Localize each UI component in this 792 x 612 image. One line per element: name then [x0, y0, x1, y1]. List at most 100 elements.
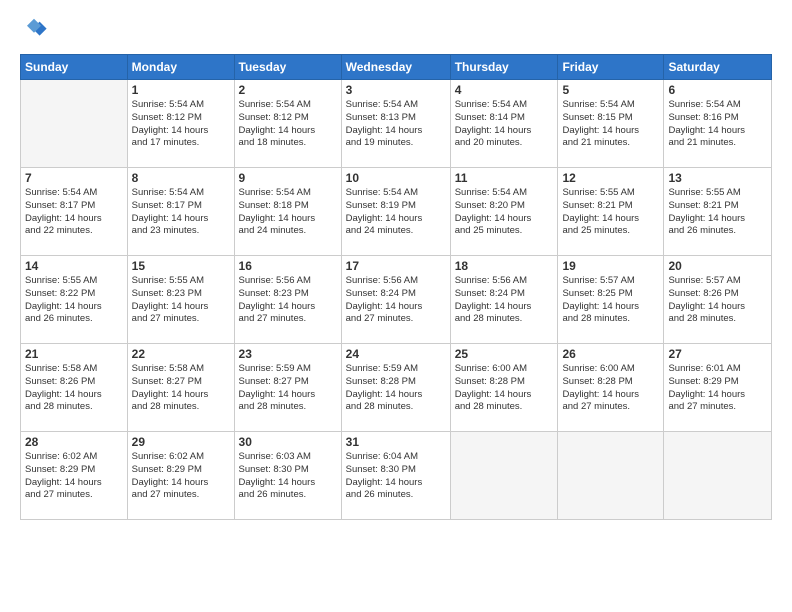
day-info: Sunrise: 5:54 AM Sunset: 8:16 PM Dayligh… — [668, 99, 767, 150]
day-number: 11 — [455, 171, 554, 185]
day-info: Sunrise: 5:54 AM Sunset: 8:15 PM Dayligh… — [562, 99, 659, 150]
weekday-friday: Friday — [558, 55, 664, 80]
day-info: Sunrise: 6:00 AM Sunset: 8:28 PM Dayligh… — [455, 363, 554, 414]
day-cell: 28Sunrise: 6:02 AM Sunset: 8:29 PM Dayli… — [21, 432, 128, 520]
day-number: 2 — [239, 83, 337, 97]
weekday-saturday: Saturday — [664, 55, 772, 80]
day-cell: 15 Sunrise: 5:55 AM Sunset: 8:23 PM Dayli… — [127, 256, 234, 344]
day-info: Sunrise: 5:54 AM Sunset: 8:14 PM Dayligh… — [455, 99, 554, 150]
day-number: 1 — [132, 83, 230, 97]
day-number: 24 — [346, 347, 446, 361]
day-number: 15 — [132, 259, 230, 273]
day-cell — [450, 432, 558, 520]
day-number: 16 — [239, 259, 337, 273]
day-cell: 14 Sunrise: 5:55 AM Sunset: 8:22 PM Dayli… — [21, 256, 128, 344]
day-cell: 4 Sunrise: 5:54 AM Sunset: 8:14 PM Daylig… — [450, 80, 558, 168]
day-info: Sunrise: 6:01 AM Sunset: 8:29 PM Dayligh… — [668, 363, 767, 414]
day-cell — [664, 432, 772, 520]
day-info: Sunrise: 5:56 AM Sunset: 8:24 PM Dayligh… — [455, 275, 554, 326]
day-number: 8 — [132, 171, 230, 185]
header — [20, 16, 772, 44]
weekday-tuesday: Tuesday — [234, 55, 341, 80]
day-info: Sunrise: 6:02 AM Sunset: 8:29 PM Dayligh… — [25, 451, 123, 502]
day-cell: 25 Sunrise: 6:00 AM Sunset: 8:28 PM Dayli… — [450, 344, 558, 432]
day-info: Sunrise: 5:54 AM Sunset: 8:12 PM Dayligh… — [132, 99, 230, 150]
day-info: Sunrise: 5:54 AM Sunset: 8:17 PM Dayligh… — [132, 187, 230, 238]
day-number: 25 — [455, 347, 554, 361]
day-info: Sunrise: 5:55 AM Sunset: 8:22 PM Dayligh… — [25, 275, 123, 326]
day-cell: 19Sunrise: 5:57 AM Sunset: 8:25 PM Dayli… — [558, 256, 664, 344]
day-number: 14 — [25, 259, 123, 273]
day-number: 12 — [562, 171, 659, 185]
day-info: Sunrise: 5:54 AM Sunset: 8:20 PM Dayligh… — [455, 187, 554, 238]
day-info: Sunrise: 5:59 AM Sunset: 8:27 PM Dayligh… — [239, 363, 337, 414]
day-cell: 10Sunrise: 5:54 AM Sunset: 8:19 PM Dayli… — [341, 168, 450, 256]
day-number: 18 — [455, 259, 554, 273]
day-cell: 2 Sunrise: 5:54 AM Sunset: 8:12 PM Daylig… — [234, 80, 341, 168]
day-cell — [558, 432, 664, 520]
day-number: 29 — [132, 435, 230, 449]
page: SundayMondayTuesdayWednesdayThursdayFrid… — [0, 0, 792, 612]
day-number: 7 — [25, 171, 123, 185]
weekday-thursday: Thursday — [450, 55, 558, 80]
day-info: Sunrise: 5:54 AM Sunset: 8:18 PM Dayligh… — [239, 187, 337, 238]
day-cell: 29 Sunrise: 6:02 AM Sunset: 8:29 PM Dayli… — [127, 432, 234, 520]
day-number: 4 — [455, 83, 554, 97]
day-cell: 21 Sunrise: 5:58 AM Sunset: 8:26 PM Dayli… — [21, 344, 128, 432]
day-cell: 16Sunrise: 5:56 AM Sunset: 8:23 PM Dayli… — [234, 256, 341, 344]
logo — [20, 16, 52, 44]
day-cell: 17Sunrise: 5:56 AM Sunset: 8:24 PM Dayli… — [341, 256, 450, 344]
day-cell: 30Sunrise: 6:03 AM Sunset: 8:30 PM Dayli… — [234, 432, 341, 520]
week-row-3: 21 Sunrise: 5:58 AM Sunset: 8:26 PM Dayli… — [21, 344, 772, 432]
week-row-1: 7 Sunrise: 5:54 AM Sunset: 8:17 PM Daylig… — [21, 168, 772, 256]
weekday-wednesday: Wednesday — [341, 55, 450, 80]
day-cell: 31 Sunrise: 6:04 AM Sunset: 8:30 PM Dayli… — [341, 432, 450, 520]
day-info: Sunrise: 5:55 AM Sunset: 8:23 PM Dayligh… — [132, 275, 230, 326]
day-info: Sunrise: 6:02 AM Sunset: 8:29 PM Dayligh… — [132, 451, 230, 502]
weekday-sunday: Sunday — [21, 55, 128, 80]
day-cell: 6 Sunrise: 5:54 AM Sunset: 8:16 PM Daylig… — [664, 80, 772, 168]
day-info: Sunrise: 5:55 AM Sunset: 8:21 PM Dayligh… — [562, 187, 659, 238]
day-number: 19 — [562, 259, 659, 273]
calendar-table: SundayMondayTuesdayWednesdayThursdayFrid… — [20, 54, 772, 520]
day-cell: 3Sunrise: 5:54 AM Sunset: 8:13 PM Daylig… — [341, 80, 450, 168]
day-info: Sunrise: 5:56 AM Sunset: 8:24 PM Dayligh… — [346, 275, 446, 326]
day-cell: 26 Sunrise: 6:00 AM Sunset: 8:28 PM Dayli… — [558, 344, 664, 432]
weekday-header-row: SundayMondayTuesdayWednesdayThursdayFrid… — [21, 55, 772, 80]
day-cell: 23 Sunrise: 5:59 AM Sunset: 8:27 PM Dayli… — [234, 344, 341, 432]
day-info: Sunrise: 6:04 AM Sunset: 8:30 PM Dayligh… — [346, 451, 446, 502]
day-number: 31 — [346, 435, 446, 449]
day-number: 27 — [668, 347, 767, 361]
day-info: Sunrise: 5:54 AM Sunset: 8:17 PM Dayligh… — [25, 187, 123, 238]
day-info: Sunrise: 5:59 AM Sunset: 8:28 PM Dayligh… — [346, 363, 446, 414]
day-cell: 1 Sunrise: 5:54 AM Sunset: 8:12 PM Daylig… — [127, 80, 234, 168]
day-number: 30 — [239, 435, 337, 449]
logo-icon — [20, 16, 48, 44]
day-cell: 24 Sunrise: 5:59 AM Sunset: 8:28 PM Dayli… — [341, 344, 450, 432]
day-info: Sunrise: 6:00 AM Sunset: 8:28 PM Dayligh… — [562, 363, 659, 414]
day-cell: 13 Sunrise: 5:55 AM Sunset: 8:21 PM Dayli… — [664, 168, 772, 256]
day-cell: 27 Sunrise: 6:01 AM Sunset: 8:29 PM Dayli… — [664, 344, 772, 432]
weekday-monday: Monday — [127, 55, 234, 80]
day-info: Sunrise: 5:54 AM Sunset: 8:12 PM Dayligh… — [239, 99, 337, 150]
day-number: 5 — [562, 83, 659, 97]
day-number: 13 — [668, 171, 767, 185]
week-row-4: 28Sunrise: 6:02 AM Sunset: 8:29 PM Dayli… — [21, 432, 772, 520]
day-cell: 22Sunrise: 5:58 AM Sunset: 8:27 PM Dayli… — [127, 344, 234, 432]
day-number: 23 — [239, 347, 337, 361]
day-info: Sunrise: 5:57 AM Sunset: 8:26 PM Dayligh… — [668, 275, 767, 326]
day-number: 22 — [132, 347, 230, 361]
day-number: 21 — [25, 347, 123, 361]
day-cell: 20 Sunrise: 5:57 AM Sunset: 8:26 PM Dayli… — [664, 256, 772, 344]
day-info: Sunrise: 5:58 AM Sunset: 8:26 PM Dayligh… — [25, 363, 123, 414]
week-row-0: 1 Sunrise: 5:54 AM Sunset: 8:12 PM Daylig… — [21, 80, 772, 168]
day-number: 6 — [668, 83, 767, 97]
day-number: 26 — [562, 347, 659, 361]
day-number: 3 — [346, 83, 446, 97]
day-info: Sunrise: 5:55 AM Sunset: 8:21 PM Dayligh… — [668, 187, 767, 238]
day-cell: 18 Sunrise: 5:56 AM Sunset: 8:24 PM Dayli… — [450, 256, 558, 344]
day-number: 20 — [668, 259, 767, 273]
day-cell: 7 Sunrise: 5:54 AM Sunset: 8:17 PM Daylig… — [21, 168, 128, 256]
day-cell: 11 Sunrise: 5:54 AM Sunset: 8:20 PM Dayli… — [450, 168, 558, 256]
week-row-2: 14 Sunrise: 5:55 AM Sunset: 8:22 PM Dayli… — [21, 256, 772, 344]
